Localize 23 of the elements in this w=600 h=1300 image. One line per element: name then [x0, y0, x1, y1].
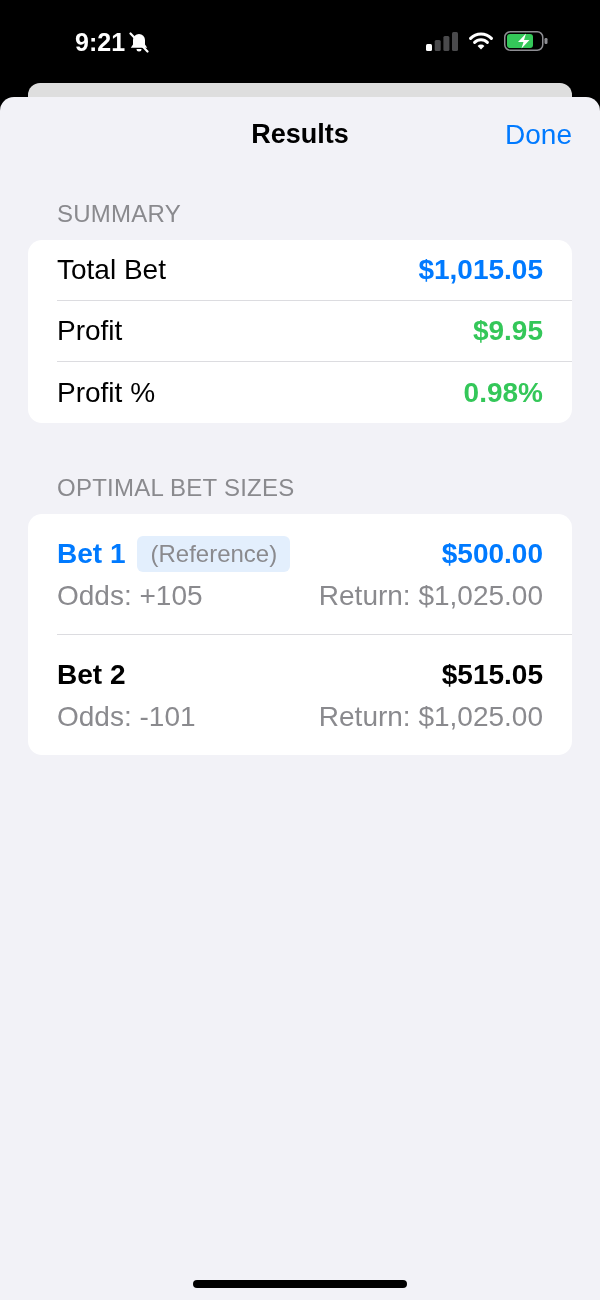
- row-value: 0.98%: [463, 375, 543, 410]
- return-text: Return: $1,025.00: [318, 700, 543, 734]
- row-label: Profit %: [57, 375, 156, 410]
- return-text: Return: $1,025.00: [318, 579, 543, 613]
- battery-charging-icon: [504, 31, 548, 51]
- section-header: SUMMARY: [57, 200, 181, 227]
- done-button[interactable]: Done: [505, 119, 572, 151]
- bet-name: Bet 2: [57, 658, 126, 692]
- row-label: Profit: [57, 314, 123, 348]
- signal-icon: [426, 31, 458, 51]
- bet-name: Bet 1: [57, 537, 126, 571]
- odds-text: Odds: +105: [57, 579, 203, 613]
- section-header: OPTIMAL BET SIZES: [57, 474, 295, 501]
- row-label: Total Bet: [57, 253, 166, 287]
- time-text: 9:21: [75, 28, 126, 56]
- row-value: $9.95: [472, 314, 543, 348]
- row-value: $1,015.05: [418, 253, 543, 287]
- sheet-title: Results: [251, 117, 349, 151]
- reference-tag: (Reference): [137, 536, 291, 572]
- bet-amount: $500.00: [441, 537, 543, 571]
- bet-amount: $515.05: [441, 658, 543, 692]
- odds-text: Odds: -101: [57, 700, 196, 734]
- wifi-icon: [469, 32, 493, 50]
